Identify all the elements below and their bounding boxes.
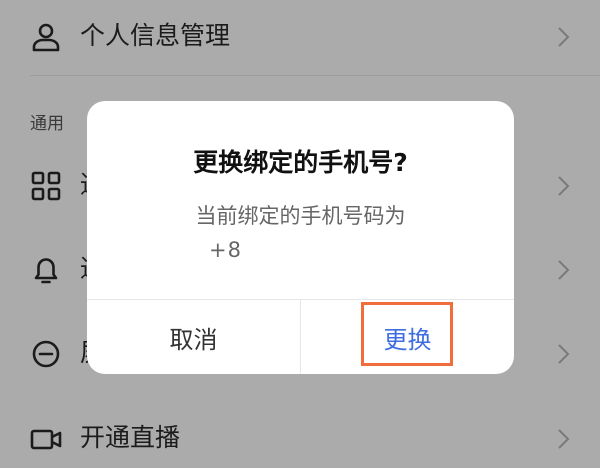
change-phone-dialog: 更换绑定的手机号? 当前绑定的手机号码为 +8 取消 更换	[87, 101, 514, 374]
bell-icon	[34, 258, 58, 284]
minus-circle-icon	[32, 340, 60, 368]
chevron-right-icon	[558, 27, 570, 47]
settings-row-label: 开通直播	[80, 423, 181, 452]
section-title-general: 通用	[30, 114, 64, 134]
dialog-phone-number: +8	[209, 238, 242, 262]
chevron-right-icon	[558, 260, 570, 280]
person-icon	[32, 23, 60, 52]
chevron-right-icon	[558, 176, 570, 196]
change-button[interactable]: 更换	[301, 300, 514, 374]
chevron-right-icon	[558, 344, 570, 364]
dialog-title: 更换绑定的手机号?	[193, 148, 408, 177]
grid-icon	[31, 171, 61, 201]
cancel-button[interactable]: 取消	[87, 300, 300, 374]
settings-row-label: 个人信息管理	[80, 21, 231, 50]
video-camera-icon	[30, 429, 62, 450]
divider	[30, 75, 600, 76]
dialog-message: 当前绑定的手机号码为	[195, 204, 406, 228]
settings-row-profile[interactable]: 个人信息管理	[0, 6, 600, 66]
settings-row-live[interactable]: 开通直播	[0, 408, 600, 468]
chevron-right-icon	[558, 429, 570, 449]
